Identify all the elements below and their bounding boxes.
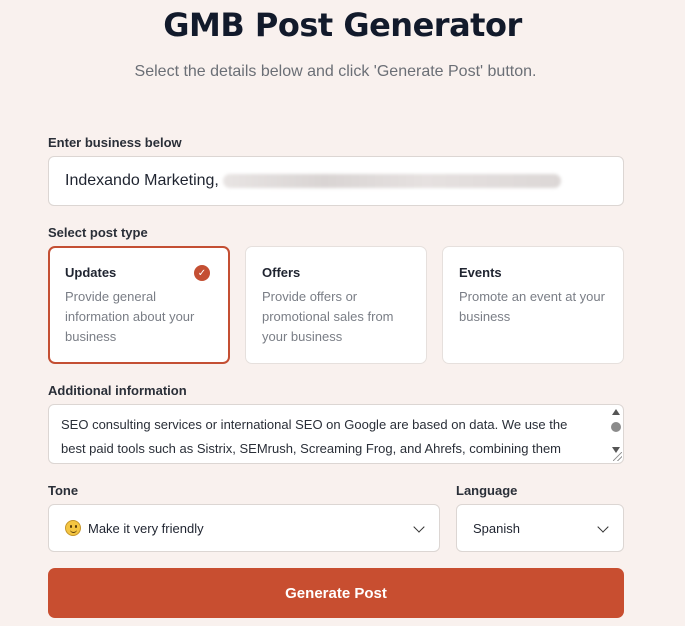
business-input-value: Indexando Marketing,	[65, 172, 219, 189]
post-type-card-events[interactable]: Events Promote an event at your business	[442, 246, 624, 364]
page-subtitle: Select the details below and click 'Gene…	[134, 63, 537, 80]
tone-label: Tone	[48, 483, 79, 498]
tone-select-value: Make it very friendly	[88, 520, 204, 536]
business-input[interactable]: Indexando Marketing,	[48, 156, 624, 206]
card-description: Provide offers or promotional sales from…	[262, 289, 394, 344]
card-title: Events	[459, 265, 502, 280]
smiley-emoji-icon	[65, 520, 81, 536]
language-select-value: Spanish	[473, 520, 520, 536]
textarea-scrollbar[interactable]	[610, 406, 622, 458]
additional-info-label: Additional information	[48, 383, 187, 398]
resize-handle-icon[interactable]	[613, 452, 622, 461]
chevron-down-icon	[597, 521, 609, 533]
additional-info-textarea[interactable]: SEO consulting services or international…	[48, 404, 624, 464]
business-label: Enter business below	[48, 135, 182, 150]
language-label: Language	[456, 483, 518, 498]
redacted-text	[222, 174, 561, 188]
generate-post-button[interactable]: Generate Post	[48, 568, 624, 618]
tone-select[interactable]: Make it very friendly	[48, 504, 440, 552]
post-type-label: Select post type	[48, 225, 148, 240]
card-description: Provide general information about your b…	[65, 289, 195, 344]
post-type-card-updates[interactable]: ✓ Updates Provide general information ab…	[48, 246, 230, 364]
card-title: Updates	[65, 265, 117, 280]
card-description: Promote an event at your business	[459, 289, 605, 324]
scroll-up-arrow-icon[interactable]	[612, 409, 620, 415]
language-select[interactable]: Spanish	[456, 504, 624, 552]
card-title: Offers	[262, 265, 301, 280]
scroll-thumb[interactable]	[611, 422, 621, 432]
check-icon: ✓	[194, 265, 210, 281]
post-type-card-offers[interactable]: Offers Provide offers or promotional sal…	[245, 246, 427, 364]
page-title: GMB Post Generator	[163, 6, 522, 44]
chevron-down-icon	[413, 521, 425, 533]
